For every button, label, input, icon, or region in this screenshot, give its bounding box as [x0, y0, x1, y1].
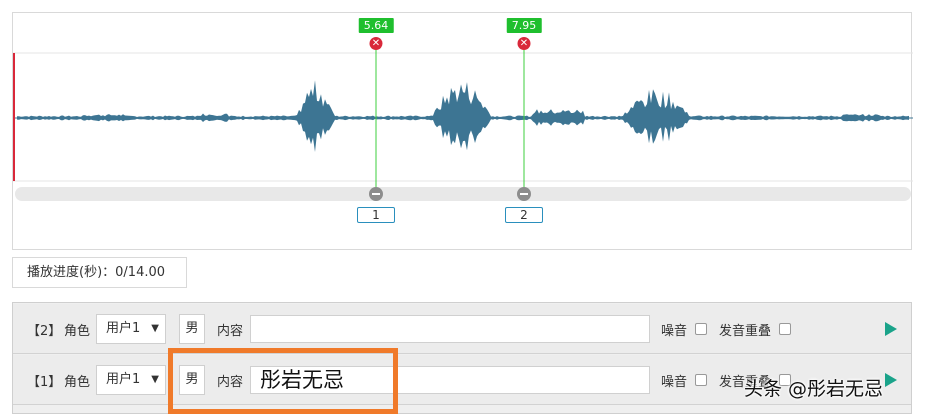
drag-handle-icon[interactable] [369, 187, 383, 201]
segment-index: 【1】 [27, 375, 62, 390]
overlap-label: 发音重叠 [719, 324, 772, 339]
waveform-panel[interactable]: 5.64 ✕ 1 7.95 ✕ 2 [12, 12, 913, 251]
content-label: 内容 [217, 324, 244, 339]
drag-handle-icon[interactable] [517, 187, 531, 201]
role-select[interactable]: 用户1 ▼ [96, 314, 166, 344]
play-icon[interactable] [885, 322, 897, 336]
gender-button[interactable]: 男 [179, 314, 205, 344]
waveform-canvas[interactable] [13, 13, 913, 251]
role-value: 用户1 [106, 321, 141, 336]
watermark: 头条 @彤岩无忌 [744, 378, 884, 400]
role-label: 角色 [64, 375, 91, 390]
role-label: 角色 [64, 324, 91, 339]
chevron-down-icon: ▼ [151, 323, 159, 334]
overlap-checkbox[interactable] [779, 323, 791, 335]
role-select[interactable]: 用户1 ▼ [96, 365, 166, 395]
segment-row: 【2】 角色 用户1 ▼ 男 内容 噪音 发音重叠 [13, 304, 911, 354]
noise-checkbox[interactable] [695, 323, 707, 335]
content-input[interactable] [250, 315, 650, 343]
marker-index-2: 2 [505, 207, 543, 223]
chevron-down-icon: ▼ [151, 374, 159, 385]
role-value: 用户1 [106, 372, 141, 387]
close-circle-icon[interactable]: ✕ [517, 37, 531, 50]
noise-label: 噪音 [661, 375, 688, 390]
noise-label: 噪音 [661, 324, 688, 339]
content-input[interactable]: 彤岩无忌 [250, 366, 650, 394]
scroll-track [15, 187, 911, 201]
play-icon[interactable] [885, 373, 897, 387]
marker-time-2: 7.95 [506, 18, 542, 33]
gender-button[interactable]: 男 [179, 365, 205, 395]
segment-index: 【2】 [27, 324, 62, 339]
marker-time-1: 5.64 [358, 18, 394, 33]
marker-index-1: 1 [357, 207, 395, 223]
noise-checkbox[interactable] [695, 374, 707, 386]
playback-progress: 播放进度(秒)：0/14.00 [12, 257, 187, 288]
close-circle-icon[interactable]: ✕ [369, 37, 383, 50]
waveform [17, 80, 909, 152]
content-label: 内容 [217, 375, 244, 390]
